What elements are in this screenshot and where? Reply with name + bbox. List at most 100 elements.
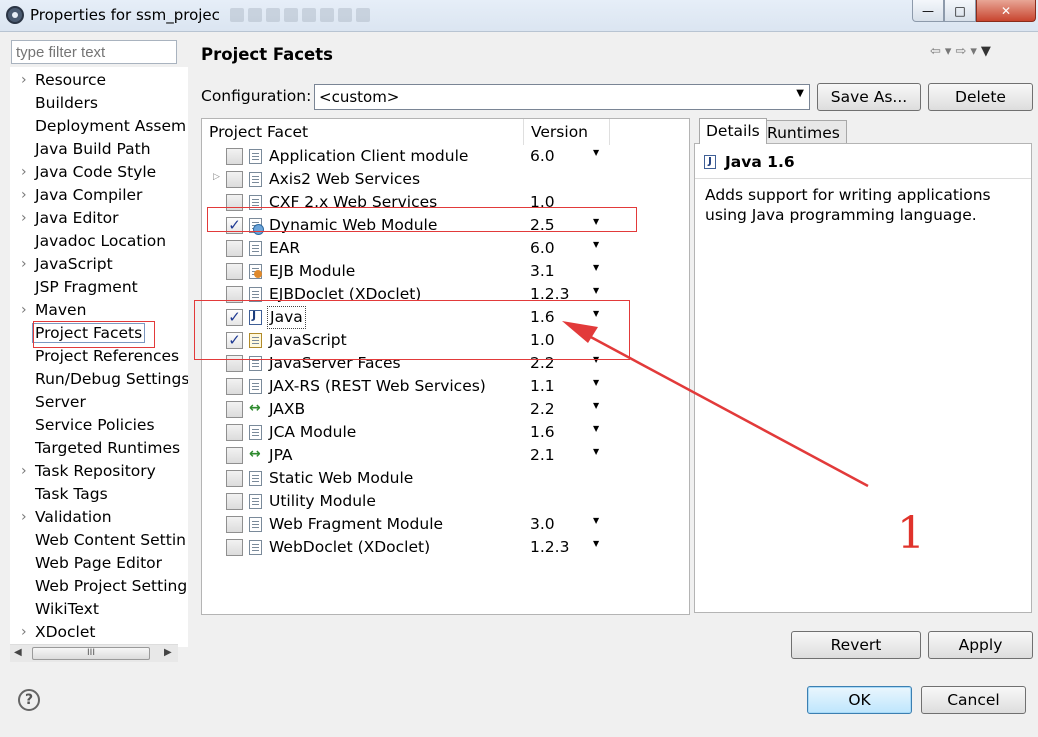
facet-row[interactable]: ▷ Axis2 Web Services <box>202 168 689 191</box>
nav-item[interactable]: Task Tags <box>35 483 108 505</box>
maximize-button[interactable]: □ <box>944 0 976 22</box>
nav-item[interactable]: › Java Editor <box>21 207 119 229</box>
minimize-button[interactable]: — <box>912 0 944 22</box>
facet-version[interactable]: 3.1 <box>530 260 555 283</box>
nav-item[interactable]: › Java Compiler <box>21 184 142 206</box>
version-dropdown-icon[interactable]: ▼ <box>593 286 599 295</box>
nav-item[interactable]: JSP Fragment <box>35 276 138 298</box>
nav-item[interactable]: Web Project Setting <box>35 575 187 597</box>
view-menu-icon[interactable]: ▼ <box>981 44 995 59</box>
facet-version[interactable]: 1.6 <box>530 421 555 444</box>
expand-icon[interactable]: ▷ <box>213 172 220 182</box>
nav-item[interactable]: › Resource <box>21 69 106 91</box>
back-icon[interactable]: ⇦ <box>930 44 945 59</box>
cancel-button[interactable]: Cancel <box>921 686 1026 714</box>
close-button[interactable]: ✕ <box>976 0 1036 22</box>
chevron-right-icon[interactable]: › <box>21 299 27 321</box>
nav-item[interactable]: Web Page Editor <box>35 552 162 574</box>
back-menu-icon[interactable]: ▾ <box>945 44 956 59</box>
facet-checkbox[interactable] <box>226 240 243 257</box>
facet-version[interactable]: 2.1 <box>530 444 555 467</box>
nav-item[interactable]: › XDoclet <box>21 621 95 643</box>
column-header-facet[interactable]: Project Facet <box>202 119 524 145</box>
version-dropdown-icon[interactable]: ▼ <box>593 539 599 548</box>
filter-input[interactable] <box>11 40 177 64</box>
chevron-right-icon[interactable]: › <box>21 460 27 482</box>
facet-version[interactable]: 6.0 <box>530 145 555 168</box>
version-dropdown-icon[interactable]: ▼ <box>593 401 599 410</box>
tab-details[interactable]: Details <box>699 118 767 144</box>
nav-item[interactable]: › Task Repository <box>21 460 156 482</box>
forward-icon[interactable]: ⇨ <box>955 44 970 59</box>
scroll-right-icon[interactable]: ▶ <box>164 647 172 658</box>
chevron-right-icon[interactable]: › <box>21 621 27 643</box>
forward-menu-icon[interactable]: ▾ <box>970 44 981 59</box>
nav-item[interactable]: Service Policies <box>35 414 155 436</box>
version-dropdown-icon[interactable]: ▼ <box>593 447 599 456</box>
configuration-select[interactable]: <custom> ▼ <box>314 84 810 110</box>
revert-button[interactable]: Revert <box>791 631 921 659</box>
facet-row[interactable]: JPA 2.1 ▼ <box>202 444 689 467</box>
chevron-right-icon[interactable]: › <box>21 184 27 206</box>
nav-horizontal-scrollbar[interactable]: ◀ III ▶ <box>10 644 178 662</box>
nav-item[interactable]: Javadoc Location <box>35 230 166 252</box>
version-dropdown-icon[interactable]: ▼ <box>593 378 599 387</box>
nav-item[interactable]: WikiText <box>35 598 99 620</box>
column-header-version[interactable]: Version <box>524 119 610 145</box>
chevron-right-icon[interactable]: › <box>21 207 27 229</box>
version-dropdown-icon[interactable]: ▼ <box>593 263 599 272</box>
facet-checkbox[interactable] <box>226 539 243 556</box>
facet-row[interactable]: Application Client module 6.0 ▼ <box>202 145 689 168</box>
facet-version[interactable]: 2.2 <box>530 398 555 421</box>
nav-item[interactable]: Builders <box>35 92 98 114</box>
nav-item[interactable]: Deployment Assem <box>35 115 186 137</box>
facet-checkbox[interactable] <box>226 493 243 510</box>
help-icon[interactable]: ? <box>18 689 40 711</box>
chevron-right-icon[interactable]: › <box>21 161 27 183</box>
version-dropdown-icon[interactable]: ▼ <box>593 148 599 157</box>
nav-item[interactable]: › Validation <box>21 506 112 528</box>
facet-checkbox[interactable] <box>226 470 243 487</box>
nav-item[interactable]: › JavaScript <box>21 253 113 275</box>
ok-button[interactable]: OK <box>807 686 912 714</box>
facet-checkbox[interactable] <box>226 516 243 533</box>
nav-item[interactable]: Targeted Runtimes <box>35 437 180 459</box>
facet-row[interactable]: Utility Module <box>202 490 689 513</box>
nav-item[interactable]: › Maven <box>21 299 86 321</box>
chevron-right-icon[interactable]: › <box>21 69 27 91</box>
facet-version[interactable]: 3.0 <box>530 513 555 536</box>
facet-row[interactable]: EJB Module 3.1 ▼ <box>202 260 689 283</box>
facet-checkbox[interactable] <box>226 447 243 464</box>
version-dropdown-icon[interactable]: ▼ <box>593 516 599 525</box>
facet-checkbox[interactable] <box>226 171 243 188</box>
facet-version[interactable]: 1.1 <box>530 375 555 398</box>
facet-row[interactable]: JCA Module 1.6 ▼ <box>202 421 689 444</box>
facet-checkbox[interactable] <box>226 424 243 441</box>
facet-checkbox[interactable] <box>226 378 243 395</box>
facet-version[interactable]: 1.2.3 <box>530 536 569 559</box>
facet-checkbox[interactable] <box>226 263 243 280</box>
scroll-left-icon[interactable]: ◀ <box>14 647 22 658</box>
nav-item[interactable]: Run/Debug Settings <box>35 368 188 390</box>
scroll-thumb[interactable]: III <box>32 647 150 660</box>
version-dropdown-icon[interactable]: ▼ <box>593 424 599 433</box>
delete-button[interactable]: Delete <box>928 83 1033 111</box>
facet-row[interactable]: JAX-RS (REST Web Services) 1.1 ▼ <box>202 375 689 398</box>
nav-item[interactable]: Server <box>35 391 86 413</box>
facet-row[interactable]: EAR 6.0 ▼ <box>202 237 689 260</box>
facet-row[interactable]: Web Fragment Module 3.0 ▼ <box>202 513 689 536</box>
nav-item[interactable]: Web Content Settin <box>35 529 186 551</box>
nav-item[interactable]: Java Build Path <box>35 138 151 160</box>
facet-checkbox[interactable] <box>226 148 243 165</box>
facet-row[interactable]: JAXB 2.2 ▼ <box>202 398 689 421</box>
apply-button[interactable]: Apply <box>928 631 1033 659</box>
tab-runtimes[interactable]: Runtimes <box>760 120 847 145</box>
save-as-button[interactable]: Save As... <box>817 83 921 111</box>
facet-checkbox[interactable] <box>226 401 243 418</box>
chevron-right-icon[interactable]: › <box>21 253 27 275</box>
facet-row[interactable]: WebDoclet (XDoclet) 1.2.3 ▼ <box>202 536 689 559</box>
nav-item[interactable]: › Java Code Style <box>21 161 156 183</box>
facet-version[interactable]: 6.0 <box>530 237 555 260</box>
chevron-right-icon[interactable]: › <box>21 506 27 528</box>
nav-item[interactable]: Project References <box>35 345 179 367</box>
